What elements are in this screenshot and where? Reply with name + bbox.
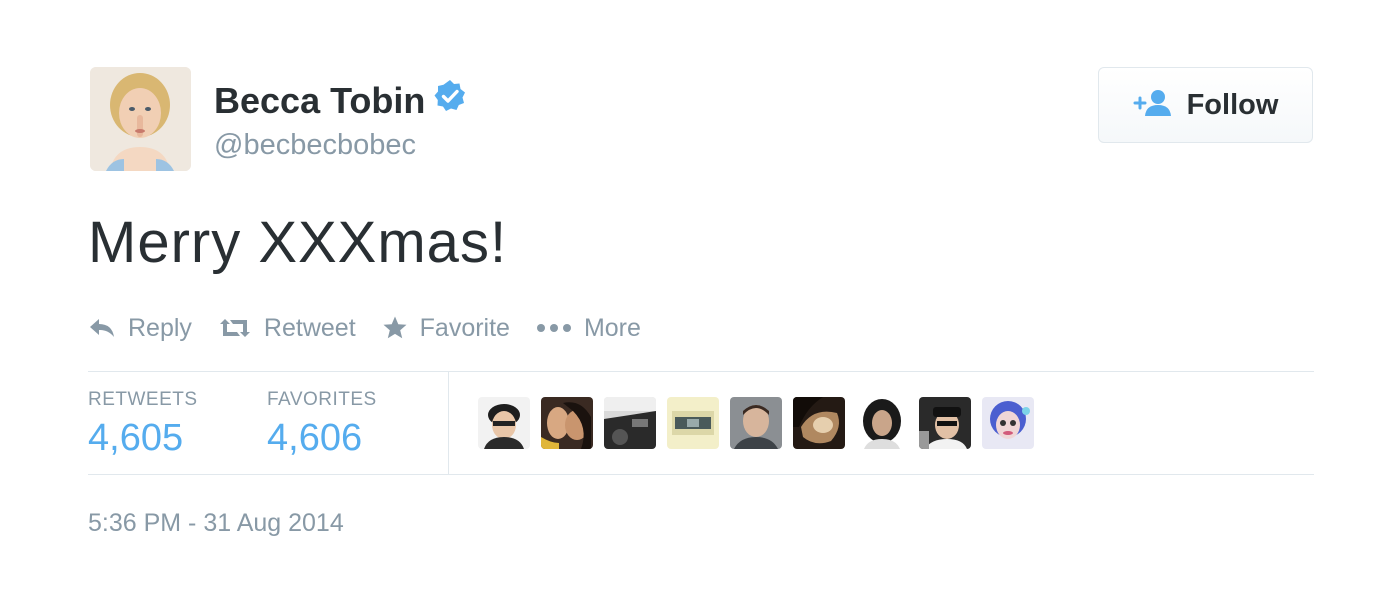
stats-divider-bottom	[88, 474, 1314, 475]
stats-vertical-divider	[448, 372, 449, 474]
more-button[interactable]: More	[536, 314, 641, 343]
user-avatar[interactable]	[90, 67, 191, 171]
user-handle[interactable]: @becbecbobec	[214, 127, 416, 163]
reply-icon	[90, 319, 114, 337]
tweet-card: Becca Tobin @becbecbobec Follow Merry XX…	[0, 0, 1400, 598]
more-label: More	[583, 313, 641, 342]
retweets-stat[interactable]: RETWEETS 4,605	[88, 388, 198, 462]
favorite-button[interactable]: Favorite	[382, 314, 510, 343]
favorites-count[interactable]: 4,606	[267, 414, 377, 462]
verified-badge-icon	[433, 79, 467, 122]
user-display-name-row[interactable]: Becca Tobin	[214, 79, 467, 125]
star-icon	[383, 316, 407, 339]
favoriter-avatar[interactable]	[730, 397, 782, 449]
favorites-stat[interactable]: FAVORITES 4,606	[267, 388, 377, 462]
favoriter-avatar[interactable]	[667, 397, 719, 449]
retweets-label: RETWEETS	[88, 389, 198, 410]
favoriter-avatar[interactable]	[541, 397, 593, 449]
more-dots-icon	[536, 324, 571, 332]
retweet-icon	[219, 319, 250, 337]
favoriter-avatars	[478, 397, 1045, 449]
follow-button-label: Follow	[1186, 88, 1279, 121]
favorites-label: FAVORITES	[267, 389, 377, 410]
tweet-text: Merry XXXmas!	[88, 210, 508, 275]
retweet-button[interactable]: Retweet	[218, 314, 356, 343]
tweet-actions: Reply Retweet Favorite More	[88, 308, 667, 348]
reply-label: Reply	[128, 313, 192, 342]
favoriter-avatar[interactable]	[478, 397, 530, 449]
favoriter-avatar[interactable]	[793, 397, 845, 449]
add-user-icon	[1133, 88, 1175, 123]
favorite-label: Favorite	[419, 313, 510, 342]
stats-divider-top	[88, 371, 1314, 372]
retweets-count[interactable]: 4,605	[88, 414, 198, 462]
tweet-timestamp[interactable]: 5:36 PM - 31 Aug 2014	[88, 508, 344, 538]
reply-button[interactable]: Reply	[88, 314, 192, 343]
favoriter-avatar[interactable]	[856, 397, 908, 449]
user-display-name[interactable]: Becca Tobin	[214, 80, 425, 121]
follow-button[interactable]: Follow	[1098, 67, 1313, 143]
favoriter-avatar[interactable]	[982, 397, 1034, 449]
favoriter-avatar[interactable]	[604, 397, 656, 449]
retweet-label: Retweet	[263, 313, 356, 342]
avatar-image	[90, 67, 191, 171]
favoriter-avatar[interactable]	[919, 397, 971, 449]
